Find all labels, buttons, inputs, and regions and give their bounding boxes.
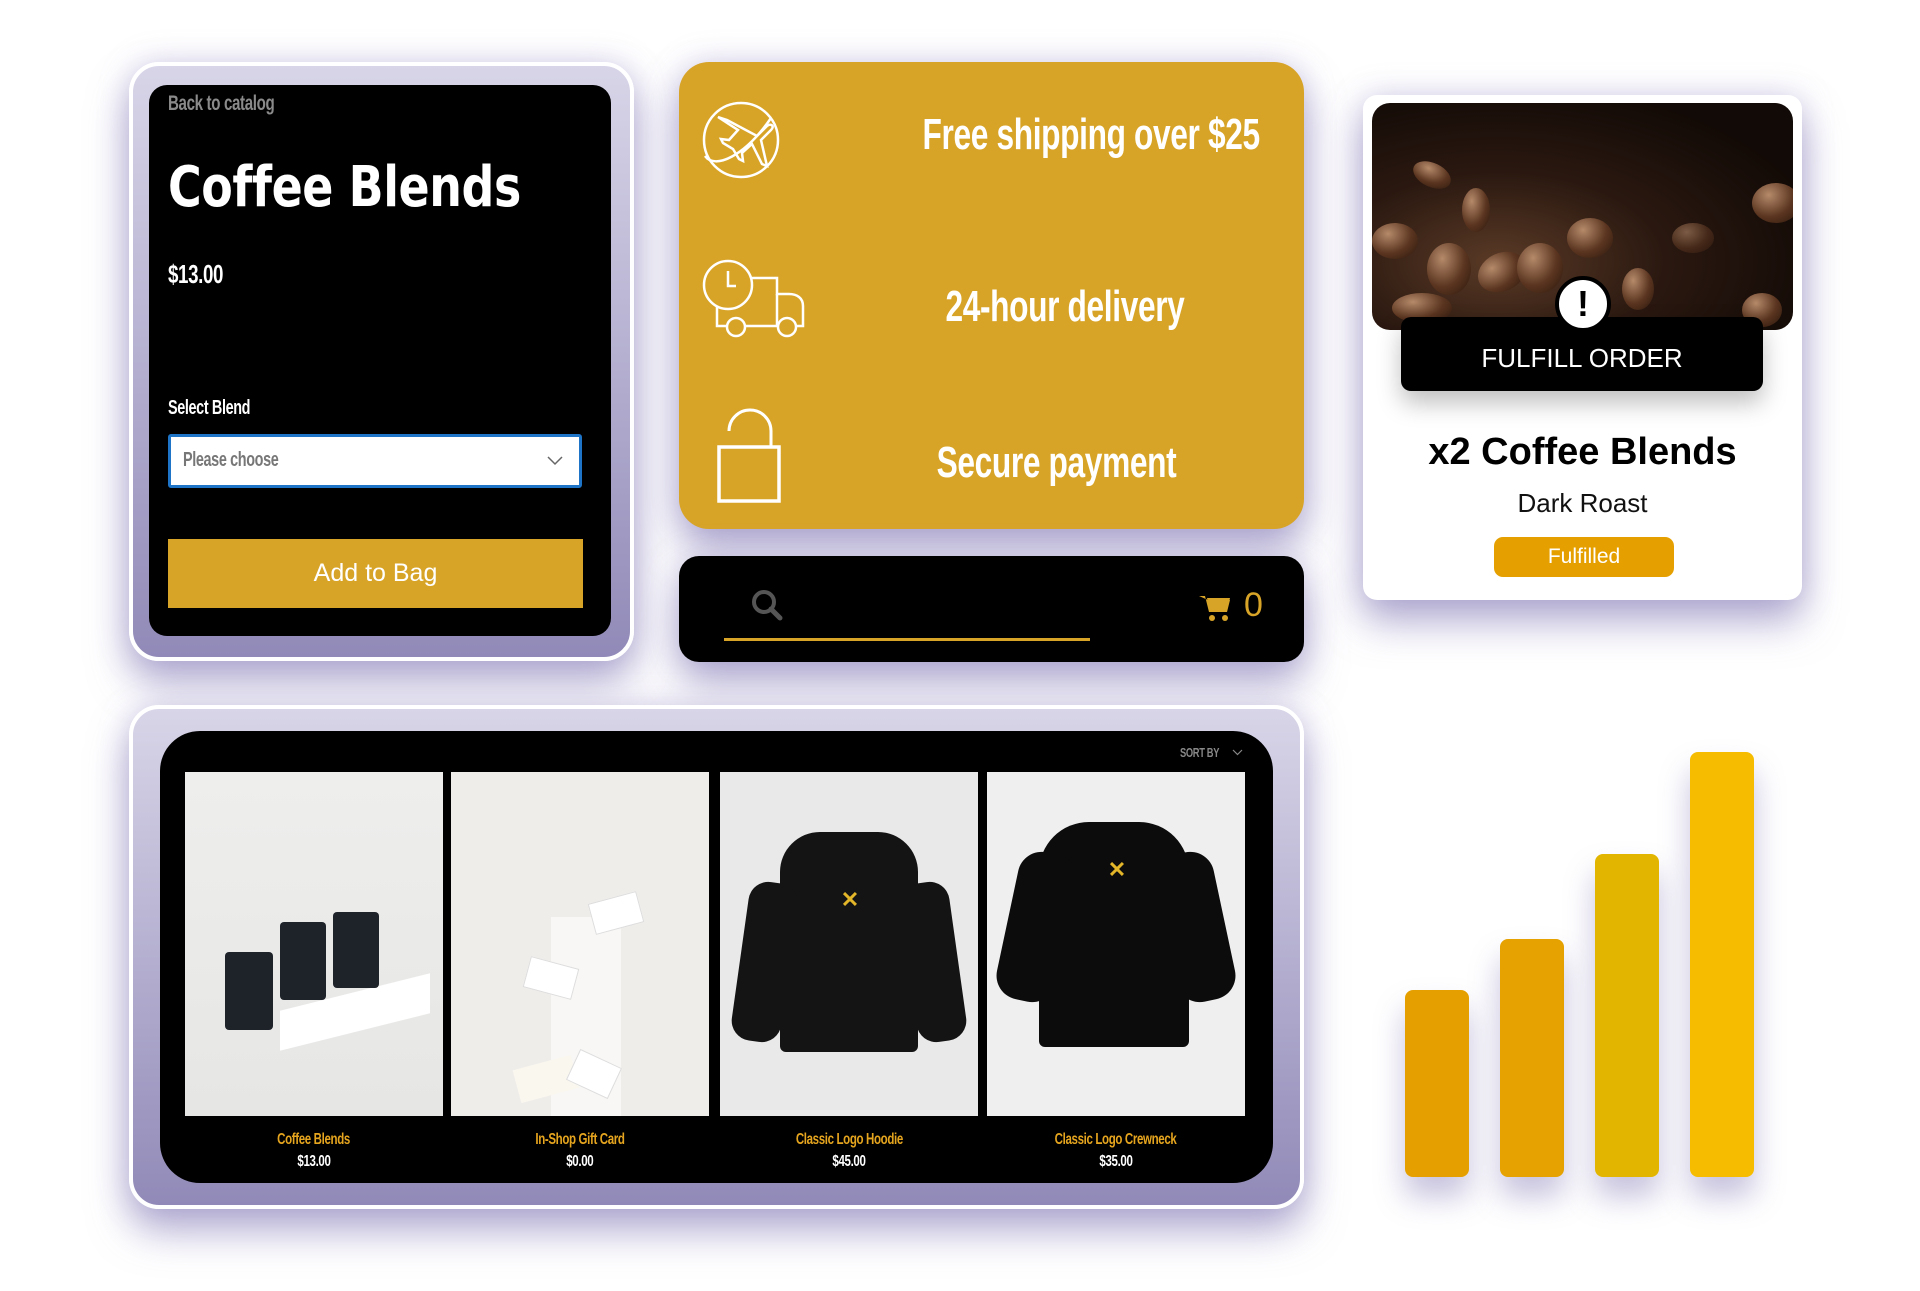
cart-count: 0 <box>1244 586 1263 624</box>
select-blend-label: Select Blend <box>168 397 251 419</box>
product-image-hoodie[interactable]: ✕ <box>720 772 978 1116</box>
product-name[interactable]: Classic Logo Hoodie <box>720 1131 978 1149</box>
select-placeholder: Please choose <box>183 449 279 471</box>
decorative-bar-graphic <box>1405 752 1755 1177</box>
order-title: x2 Coffee Blends <box>1428 431 1737 473</box>
status-badge: Fulfilled <box>1494 537 1674 577</box>
product-name[interactable]: In-Shop Gift Card <box>451 1131 709 1149</box>
decorative-bar <box>1690 752 1754 1177</box>
product-title: Coffee Blends <box>168 155 521 220</box>
exclamation-icon: ! <box>1555 276 1611 332</box>
product-image-crewneck[interactable]: ✕ <box>987 772 1245 1116</box>
product-price: $13.00 <box>168 259 224 289</box>
product-price: $35.00 <box>1099 1153 1133 1170</box>
perk-free-shipping: Free shipping over $25 <box>922 110 1260 159</box>
product-price: $13.00 <box>297 1153 331 1170</box>
product-price: $0.00 <box>566 1153 594 1170</box>
perk-delivery: 24-hour delivery <box>945 282 1185 331</box>
chevron-down-icon <box>547 456 563 466</box>
sort-by-dropdown[interactable]: SORT BY <box>1180 745 1243 760</box>
blend-select[interactable]: Please choose <box>168 434 582 488</box>
search-cart-bar: 0 <box>679 556 1304 662</box>
product-name[interactable]: Coffee Blends <box>185 1131 443 1149</box>
perks-card: Free shipping over $25 24-hour delivery … <box>679 62 1304 529</box>
order-card: FULFILL ORDER ! x2 Coffee Blends Dark Ro… <box>1363 95 1802 600</box>
search-input[interactable] <box>724 586 1090 641</box>
product-price: $45.00 <box>832 1153 866 1170</box>
catalog-grid: SORT BY ✕ ✕ Coffee Blends $13.00 In-Shop… <box>160 731 1273 1183</box>
product-image-gift-card[interactable] <box>451 772 709 1116</box>
product-name[interactable]: Classic Logo Crewneck <box>987 1131 1245 1149</box>
add-to-bag-button[interactable]: Add to Bag <box>168 539 583 608</box>
perk-secure-payment: Secure payment <box>936 438 1176 487</box>
back-to-catalog-link[interactable]: Back to catalog <box>168 92 316 116</box>
order-subtitle: Dark Roast <box>1517 488 1648 518</box>
decorative-bar <box>1595 854 1659 1177</box>
product-image-coffee-blends[interactable] <box>185 772 443 1116</box>
decorative-bar <box>1500 939 1564 1177</box>
chevron-down-icon <box>1232 749 1243 756</box>
plane-globe-icon <box>702 101 780 179</box>
cart-icon[interactable] <box>1199 594 1231 622</box>
decorative-bar <box>1405 990 1469 1177</box>
